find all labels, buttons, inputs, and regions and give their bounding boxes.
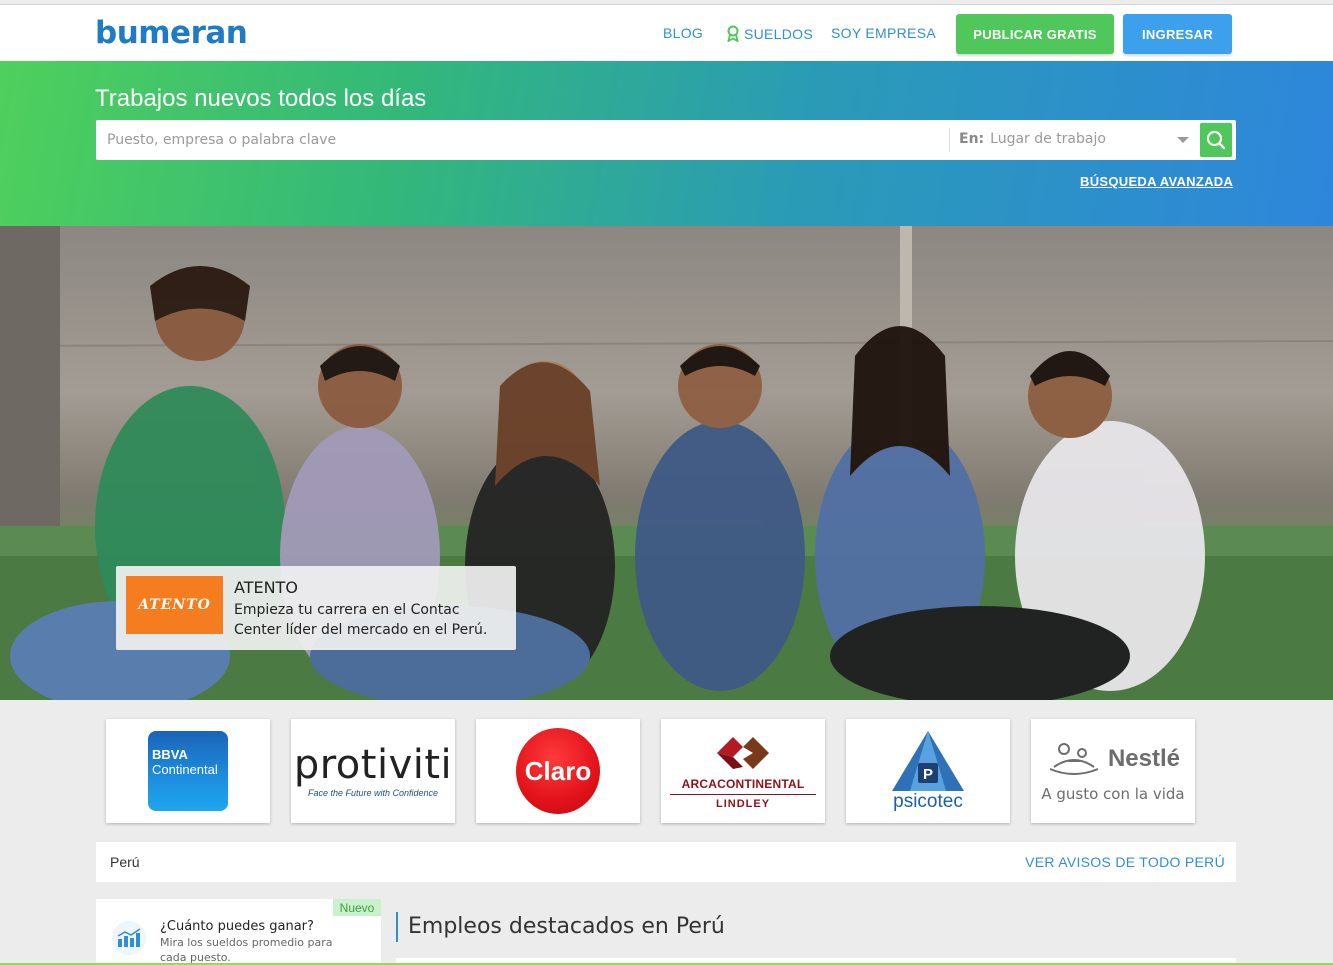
region-label: Perú: [110, 854, 140, 870]
company-card-arca-continental[interactable]: ARCACONTINENTAL LINDLEY: [661, 719, 825, 823]
search-divider: [949, 128, 950, 152]
nav-soy-empresa-link[interactable]: SOY EMPRESA: [831, 25, 936, 41]
search-banner: Trabajos nuevos todos los días En: Lugar…: [0, 61, 1333, 226]
bbva-logo-line1: BBVA: [152, 747, 188, 762]
new-badge: Nuevo: [333, 899, 381, 916]
publicar-gratis-button[interactable]: PUBLICAR GRATIS: [956, 14, 1114, 54]
arca-continental-logo: ARCACONTINENTAL LINDLEY: [670, 732, 816, 810]
promo-title: ATENTO: [234, 578, 298, 597]
claro-logo-name: Claro: [524, 755, 592, 786]
salary-info-card[interactable]: Nuevo ¿Cuánto puedes ganar? Mira los sue…: [96, 899, 381, 965]
bumeran-logo[interactable]: bumeran: [95, 15, 248, 51]
nestle-nest-icon: [1049, 743, 1099, 775]
featured-jobs-heading: Empleos destacados en Perú: [396, 912, 725, 942]
nestle-logo-name: Nestlé: [1107, 745, 1181, 772]
advanced-search-link[interactable]: BÚSQUEDA AVANZADA: [1080, 174, 1233, 189]
hero-banner[interactable]: ATENTO ATENTO Empieza tu carrera en el C…: [0, 226, 1333, 700]
company-card-claro[interactable]: Claro: [476, 719, 640, 823]
company-card-protiviti[interactable]: protiviti Face the Future with Confidenc…: [291, 719, 455, 823]
ingresar-button[interactable]: INGRESAR: [1123, 14, 1232, 54]
location-placeholder: Lugar de trabajo: [990, 131, 1106, 147]
company-card-psicotec[interactable]: P psicotec: [846, 719, 1010, 823]
keyword-search-input[interactable]: [96, 120, 948, 160]
arca-logo-name: ARCACONTINENTAL: [681, 777, 805, 791]
nestle-logo: Nestlé A gusto con la vida: [1041, 739, 1185, 803]
promo-description: Empieza tu carrera en el Contac Center l…: [234, 602, 488, 638]
salary-chart-icon: [112, 921, 146, 955]
search-bar: En: Lugar de trabajo: [96, 120, 1236, 160]
location-prefix: En:: [959, 131, 985, 147]
top-header: bumeran BLOG SUELDOS SOY EMPRESA PUBLICA…: [0, 4, 1333, 61]
arca-logo-sub: LINDLEY: [715, 798, 771, 810]
location-select[interactable]: En: Lugar de trabajo: [959, 131, 1106, 147]
company-card-bbva[interactable]: BBVA Continental: [106, 719, 270, 823]
bbva-logo: BBVA Continental: [148, 731, 228, 811]
psicotec-triangle-icon: P: [892, 731, 964, 791]
region-bar: Perú VER AVISOS DE TODO PERÚ: [96, 842, 1236, 882]
claro-logo: Claro: [516, 728, 600, 814]
award-ribbon-icon: [727, 25, 739, 42]
protiviti-logo-name: protiviti: [293, 742, 453, 788]
search-button[interactable]: [1200, 123, 1232, 157]
psicotec-logo: P psicotec: [890, 729, 966, 813]
arca-logo-divider: [670, 794, 816, 795]
nav-sueldos-label: SUELDOS: [744, 25, 814, 42]
search-headline: Trabajos nuevos todos los días: [95, 85, 427, 112]
search-icon: [1206, 130, 1226, 150]
protiviti-logo: protiviti Face the Future with Confidenc…: [294, 744, 452, 798]
promo-card[interactable]: ATENTO ATENTO Empieza tu carrera en el C…: [116, 566, 516, 650]
psicotec-logo-name: psicotec: [893, 791, 963, 812]
see-all-peru-link[interactable]: VER AVISOS DE TODO PERÚ: [1025, 854, 1225, 870]
company-card-nestle[interactable]: Nestlé A gusto con la vida: [1031, 719, 1195, 823]
svg-text:P: P: [923, 766, 933, 783]
nav-blog-link[interactable]: BLOG: [663, 25, 703, 41]
nestle-logo-tagline: A gusto con la vida: [1041, 785, 1185, 803]
atento-logo: ATENTO: [126, 576, 223, 634]
arca-mark-icon: [717, 737, 769, 769]
salary-card-description: Mira los sueldos promedio para cada pues…: [160, 936, 333, 964]
bbva-logo-line2: Continental: [152, 762, 218, 777]
protiviti-logo-tagline: Face the Future with Confidence: [307, 788, 439, 798]
chevron-down-icon[interactable]: [1177, 137, 1189, 143]
salary-card-title: ¿Cuánto puedes ganar?: [160, 919, 314, 934]
nav-sueldos-link[interactable]: SUELDOS: [726, 25, 813, 42]
